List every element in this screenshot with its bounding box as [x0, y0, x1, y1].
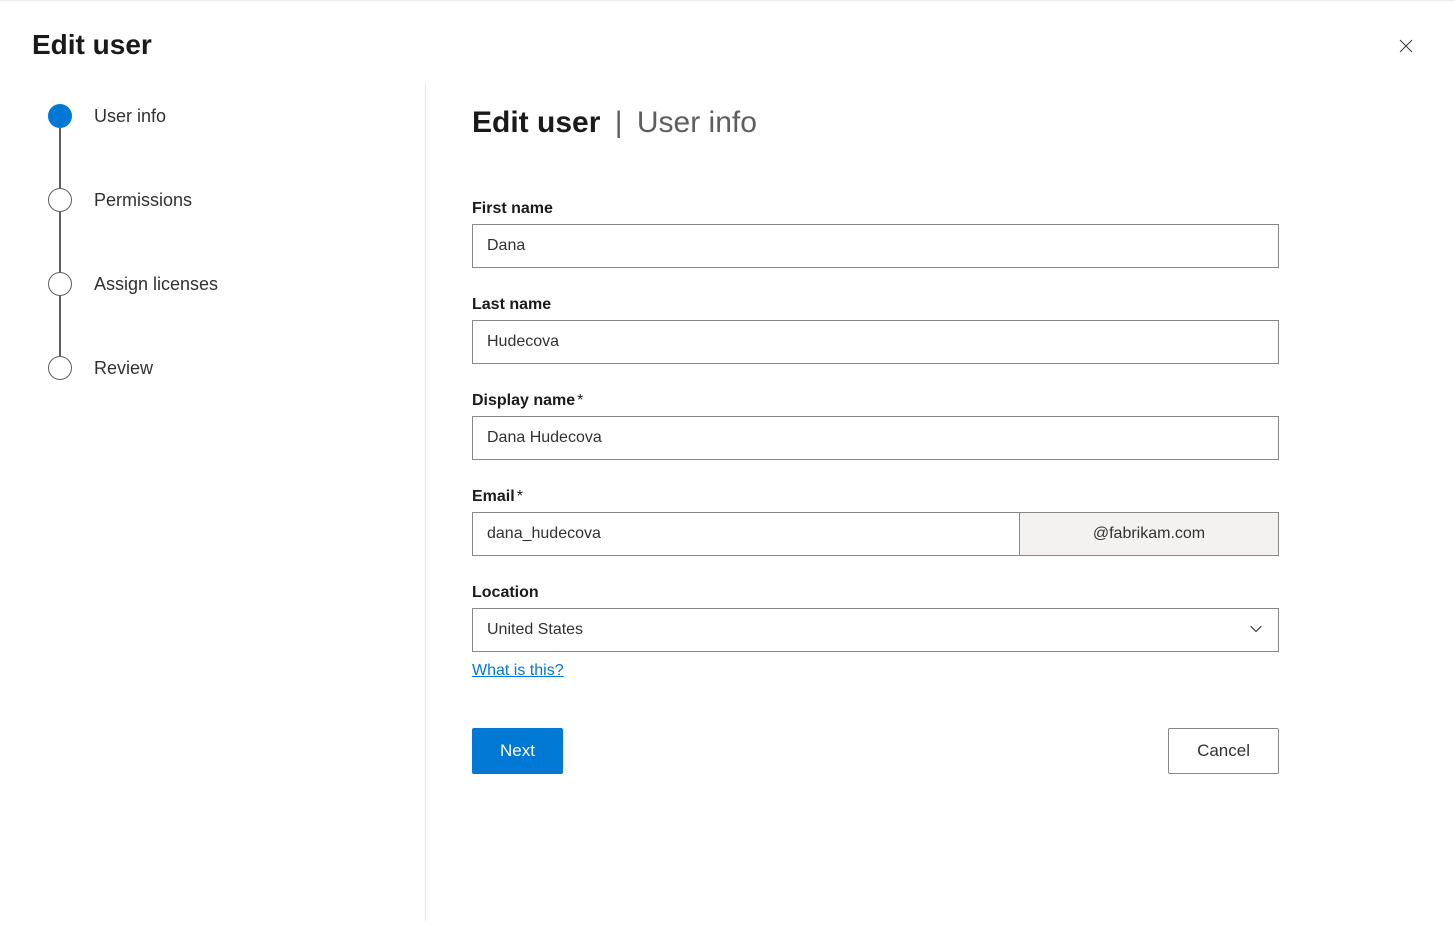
step-label: Permissions	[94, 190, 192, 211]
email-row: @fabrikam.com	[472, 512, 1279, 556]
email-input[interactable]	[472, 512, 1019, 556]
step-indicator-icon	[48, 188, 72, 212]
form-main: Edit user | User info First name Last na…	[425, 84, 1325, 921]
title-step: User info	[637, 106, 757, 139]
cancel-button[interactable]: Cancel	[1168, 728, 1279, 774]
email-label: Email*	[472, 488, 1279, 506]
step-permissions[interactable]: Permissions	[48, 188, 425, 272]
wizard-stepper: User info Permissions Assign licenses Re…	[48, 104, 425, 380]
step-label: Assign licenses	[94, 274, 218, 295]
location-help-link[interactable]: What is this?	[472, 662, 564, 680]
location-select[interactable]	[472, 608, 1279, 652]
panel-header: Edit user	[0, 1, 1455, 66]
panel-title: Edit user	[32, 29, 152, 61]
page-title: Edit user | User info	[472, 106, 1279, 140]
step-indicator-icon	[48, 272, 72, 296]
step-connector	[59, 212, 61, 272]
location-group: Location What is this?	[472, 584, 1279, 680]
step-connector	[59, 128, 61, 188]
email-group: Email* @fabrikam.com	[472, 488, 1279, 556]
step-indicator-icon	[48, 356, 72, 380]
step-label: User info	[94, 106, 166, 127]
location-label: Location	[472, 584, 1279, 602]
display-name-input[interactable]	[472, 416, 1279, 460]
last-name-input[interactable]	[472, 320, 1279, 364]
button-row: Next Cancel	[472, 728, 1279, 774]
title-context: Edit user	[472, 106, 600, 139]
step-user-info[interactable]: User info	[48, 104, 425, 188]
display-name-label: Display name*	[472, 392, 1279, 410]
first-name-label: First name	[472, 200, 1279, 218]
location-select-wrapper	[472, 608, 1279, 652]
first-name-group: First name	[472, 200, 1279, 268]
close-icon	[1397, 37, 1415, 58]
panel-body: User info Permissions Assign licenses Re…	[0, 66, 1455, 921]
display-name-group: Display name*	[472, 392, 1279, 460]
last-name-label: Last name	[472, 296, 1279, 314]
next-button[interactable]: Next	[472, 728, 563, 774]
step-connector	[59, 296, 61, 356]
edit-user-panel: Edit user User info Permissions	[0, 0, 1455, 926]
close-button[interactable]	[1389, 29, 1423, 66]
wizard-sidebar: User info Permissions Assign licenses Re…	[0, 84, 425, 921]
step-review[interactable]: Review	[48, 356, 425, 380]
title-separator: |	[615, 106, 623, 139]
step-label: Review	[94, 358, 153, 379]
last-name-group: Last name	[472, 296, 1279, 364]
step-assign-licenses[interactable]: Assign licenses	[48, 272, 425, 356]
first-name-input[interactable]	[472, 224, 1279, 268]
step-indicator-icon	[48, 104, 72, 128]
email-domain-suffix: @fabrikam.com	[1019, 512, 1279, 556]
